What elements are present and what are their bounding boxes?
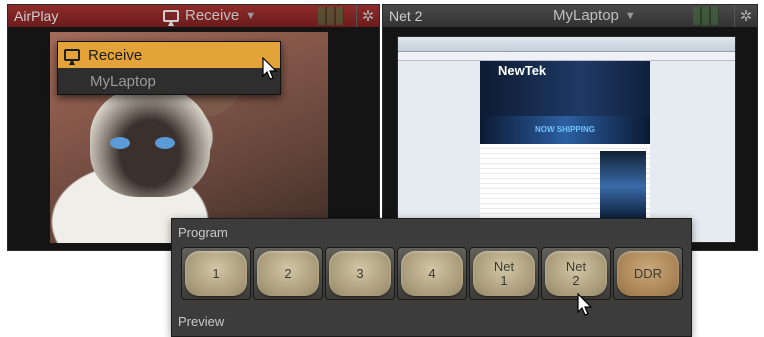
button-label: Net 2 bbox=[545, 251, 607, 296]
button-label: Net 1 bbox=[473, 251, 535, 296]
cat-image bbox=[90, 87, 210, 197]
gear-icon[interactable]: ✲ bbox=[356, 5, 379, 27]
dropdown-item-mylaptop[interactable]: MyLaptop bbox=[58, 68, 280, 94]
preview-label: Preview bbox=[178, 314, 225, 329]
monitor-name: AirPlay bbox=[14, 8, 59, 24]
program-button-ddr[interactable]: DDR bbox=[613, 247, 683, 300]
site-banner: NOW SHIPPING bbox=[480, 116, 650, 144]
source-dropdown: Receive MyLaptop bbox=[57, 41, 281, 95]
audio-meter bbox=[318, 7, 344, 25]
site-thumbnail bbox=[600, 151, 646, 221]
cat-eye bbox=[110, 137, 130, 149]
airplay-icon bbox=[163, 9, 179, 26]
program-button-2[interactable]: 2 bbox=[253, 247, 323, 300]
site-logo: NewTek bbox=[480, 61, 650, 116]
monitor-name: Net 2 bbox=[389, 8, 423, 24]
net2-titlebar: Net 2 MyLaptop ▼ ✲ bbox=[383, 5, 757, 27]
chevron-down-icon: ▼ bbox=[624, 9, 636, 22]
button-label: DDR bbox=[617, 251, 679, 296]
button-label: 2 bbox=[257, 251, 319, 296]
source-selector[interactable]: Receive ▼ bbox=[163, 7, 257, 26]
audio-meter bbox=[693, 7, 719, 25]
browser-toolbar bbox=[398, 37, 735, 52]
browser-menubar bbox=[398, 52, 735, 61]
program-button-net1[interactable]: Net 1 bbox=[469, 247, 539, 300]
dropdown-item-label: Receive bbox=[88, 46, 143, 64]
source-selector[interactable]: MyLaptop ▼ bbox=[553, 7, 636, 24]
source-label: Receive bbox=[185, 7, 240, 24]
program-button-net2[interactable]: Net 2 bbox=[541, 247, 611, 300]
gear-icon[interactable]: ✲ bbox=[734, 5, 757, 27]
dropdown-item-receive[interactable]: Receive bbox=[58, 42, 280, 68]
program-button-4[interactable]: 4 bbox=[397, 247, 467, 300]
button-label: 3 bbox=[329, 251, 391, 296]
website-preview: NewTek NOW SHIPPING bbox=[480, 61, 650, 242]
switcher-panel: Program 1 2 3 4 Net 1 Net 2 DDR Preview bbox=[171, 218, 692, 337]
program-button-1[interactable]: 1 bbox=[181, 247, 251, 300]
airplay-icon bbox=[64, 49, 80, 65]
source-label: MyLaptop bbox=[553, 7, 619, 24]
button-label: 4 bbox=[401, 251, 463, 296]
dropdown-item-label: MyLaptop bbox=[90, 72, 156, 90]
program-label: Program bbox=[178, 225, 228, 240]
chevron-down-icon: ▼ bbox=[245, 9, 257, 22]
airplay-titlebar: AirPlay Receive ▼ ✲ bbox=[8, 5, 379, 27]
net2-video-feed: NewTek NOW SHIPPING bbox=[397, 36, 736, 243]
program-bus: 1 2 3 4 Net 1 Net 2 DDR bbox=[181, 247, 683, 300]
cat-eye bbox=[155, 137, 175, 149]
program-button-3[interactable]: 3 bbox=[325, 247, 395, 300]
button-label: 1 bbox=[185, 251, 247, 296]
